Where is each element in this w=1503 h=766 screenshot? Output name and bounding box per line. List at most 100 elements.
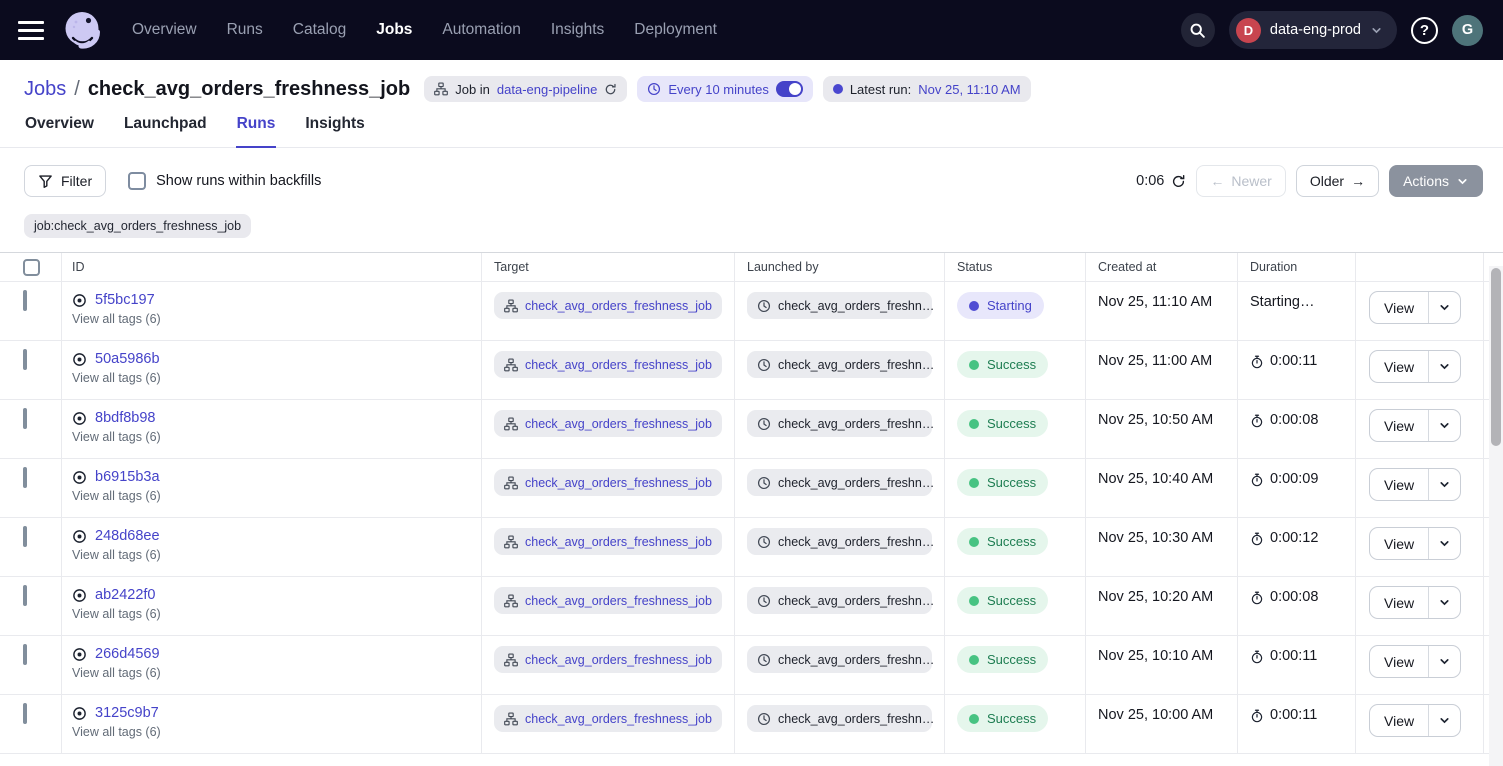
status-badge: Success xyxy=(957,528,1048,555)
duration-value: Starting… xyxy=(1250,294,1314,310)
tab-overview[interactable]: Overview xyxy=(24,115,95,148)
breadcrumb-jobs-link[interactable]: Jobs xyxy=(24,78,66,101)
view-all-tags-link[interactable]: View all tags (6) xyxy=(72,371,469,385)
view-all-tags-link[interactable]: View all tags (6) xyxy=(72,548,469,562)
target-job-link[interactable]: check_avg_orders_freshness_job xyxy=(525,653,712,667)
dagster-logo[interactable] xyxy=(60,8,104,52)
target-job-link[interactable]: check_avg_orders_freshness_job xyxy=(525,476,712,490)
toolbar-right: 0:06 ← Newer Older → Actions xyxy=(1136,165,1483,197)
view-run-dropdown[interactable] xyxy=(1429,410,1460,441)
view-run-button-label[interactable]: View xyxy=(1370,528,1428,559)
view-run-dropdown[interactable] xyxy=(1429,528,1460,559)
schedule-toggle[interactable] xyxy=(776,81,803,97)
active-filters: job:check_avg_orders_freshness_job xyxy=(0,214,1503,252)
view-run-dropdown[interactable] xyxy=(1429,587,1460,618)
filter-button[interactable]: Filter xyxy=(24,165,106,197)
deployment-switcher[interactable]: D data-eng-prod xyxy=(1229,11,1397,49)
view-all-tags-link[interactable]: View all tags (6) xyxy=(72,725,469,739)
hamburger-menu-icon[interactable] xyxy=(18,16,46,44)
topnav-link-automation[interactable]: Automation xyxy=(442,21,520,39)
view-all-tags-link[interactable]: View all tags (6) xyxy=(72,489,469,503)
view-run-dropdown[interactable] xyxy=(1429,351,1460,382)
view-run-dropdown[interactable] xyxy=(1429,469,1460,500)
refresh-icon[interactable] xyxy=(1171,174,1186,189)
topnav-link-jobs[interactable]: Jobs xyxy=(376,21,412,39)
view-run-button: View xyxy=(1369,645,1461,678)
view-all-tags-link[interactable]: View all tags (6) xyxy=(72,607,469,621)
help-icon[interactable]: ? xyxy=(1411,17,1438,44)
select-all-checkbox[interactable] xyxy=(23,259,40,276)
view-run-button-label[interactable]: View xyxy=(1370,410,1428,441)
status-label: Success xyxy=(987,711,1036,726)
run-id-link[interactable]: 266d4569 xyxy=(95,646,160,662)
tab-runs[interactable]: Runs xyxy=(236,115,277,148)
row-checkbox[interactable] xyxy=(23,644,27,665)
stopwatch-icon xyxy=(1250,414,1264,428)
target-job-link[interactable]: check_avg_orders_freshness_job xyxy=(525,712,712,726)
row-checkbox[interactable] xyxy=(23,349,27,370)
duration-value: 0:00:11 xyxy=(1270,648,1317,664)
user-avatar[interactable]: G xyxy=(1452,15,1483,46)
target-job-link[interactable]: check_avg_orders_freshness_job xyxy=(525,358,712,372)
job-graph-icon xyxy=(504,476,518,490)
topnav-link-overview[interactable]: Overview xyxy=(132,21,197,39)
topnav-link-insights[interactable]: Insights xyxy=(551,21,604,39)
view-run-button-label[interactable]: View xyxy=(1370,469,1428,500)
view-run-button-label[interactable]: View xyxy=(1370,646,1428,677)
row-checkbox[interactable] xyxy=(23,467,27,488)
view-run-dropdown[interactable] xyxy=(1429,646,1460,677)
vertical-scrollbar[interactable] xyxy=(1489,266,1503,766)
status-dot-icon xyxy=(969,655,979,665)
run-id-link[interactable]: 248d68ee xyxy=(95,528,160,544)
row-checkbox[interactable] xyxy=(23,703,27,724)
topnav-link-runs[interactable]: Runs xyxy=(227,21,263,39)
target-tag: check_avg_orders_freshness_job xyxy=(494,410,722,437)
run-id-link[interactable]: 50a5986b xyxy=(95,351,160,367)
newer-button[interactable]: ← Newer xyxy=(1196,165,1285,197)
scrollbar-thumb[interactable] xyxy=(1491,268,1501,446)
view-run-button: View xyxy=(1369,409,1461,442)
view-run-button-label[interactable]: View xyxy=(1370,587,1428,618)
target-job-link[interactable]: check_avg_orders_freshness_job xyxy=(525,417,712,431)
view-run-dropdown[interactable] xyxy=(1429,705,1460,736)
view-all-tags-link[interactable]: View all tags (6) xyxy=(72,312,469,326)
tab-launchpad[interactable]: Launchpad xyxy=(123,115,208,148)
target-job-link[interactable]: check_avg_orders_freshness_job xyxy=(525,299,712,313)
target-job-link[interactable]: check_avg_orders_freshness_job xyxy=(525,594,712,608)
run-row: 8bdf8b98 View all tags (6) check_avg_ord… xyxy=(0,400,1503,459)
view-run-dropdown[interactable] xyxy=(1429,292,1460,323)
clock-icon xyxy=(757,653,771,667)
view-all-tags-link[interactable]: View all tags (6) xyxy=(72,430,469,444)
latest-run-time-link[interactable]: Nov 25, 11:10 AM xyxy=(918,82,1020,97)
actions-button[interactable]: Actions xyxy=(1389,165,1483,197)
topnav-link-catalog[interactable]: Catalog xyxy=(293,21,346,39)
run-id-link[interactable]: 5f5bc197 xyxy=(95,292,155,308)
run-id-link[interactable]: b6915b3a xyxy=(95,469,160,485)
show-backfills-checkbox[interactable] xyxy=(128,172,146,190)
tab-insights[interactable]: Insights xyxy=(304,115,365,148)
job-filter-tag[interactable]: job:check_avg_orders_freshness_job xyxy=(24,214,251,238)
view-all-tags-link[interactable]: View all tags (6) xyxy=(72,666,469,680)
older-button[interactable]: Older → xyxy=(1296,165,1379,197)
view-run-button-label[interactable]: View xyxy=(1370,292,1428,323)
view-run-button-label[interactable]: View xyxy=(1370,705,1428,736)
sync-icon[interactable] xyxy=(604,83,617,96)
run-id-link[interactable]: 8bdf8b98 xyxy=(95,410,155,426)
target-job-link[interactable]: check_avg_orders_freshness_job xyxy=(525,535,712,549)
status-dot-icon xyxy=(969,419,979,429)
row-checkbox[interactable] xyxy=(23,290,27,311)
topnav-link-deployment[interactable]: Deployment xyxy=(634,21,717,39)
page-header: Jobs / check_avg_orders_freshness_job Jo… xyxy=(0,60,1503,102)
view-run-button: View xyxy=(1369,291,1461,324)
row-checkbox[interactable] xyxy=(23,526,27,547)
status-badge: Success xyxy=(957,410,1048,437)
row-checkbox[interactable] xyxy=(23,585,27,606)
created-at-value: Nov 25, 10:40 AM xyxy=(1086,459,1238,517)
run-id-link[interactable]: ab2422f0 xyxy=(95,587,155,603)
job-location-repo-link[interactable]: data-eng-pipeline xyxy=(497,82,597,97)
search-button[interactable] xyxy=(1181,13,1215,47)
row-checkbox[interactable] xyxy=(23,408,27,429)
view-run-button: View xyxy=(1369,704,1461,737)
run-id-link[interactable]: 3125c9b7 xyxy=(95,705,159,721)
view-run-button-label[interactable]: View xyxy=(1370,351,1428,382)
